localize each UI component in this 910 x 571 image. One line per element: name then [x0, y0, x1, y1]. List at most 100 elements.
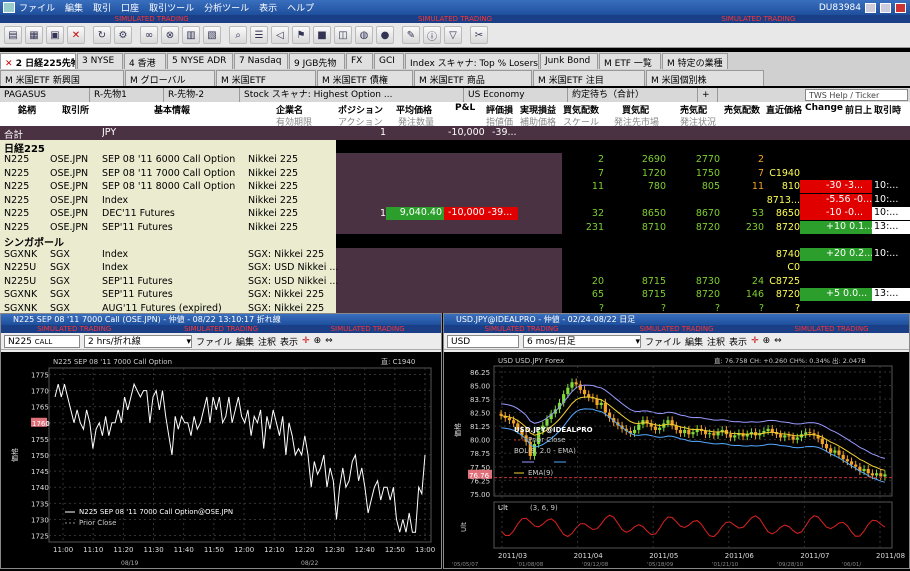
right-timeframe-select[interactable]: 6 mos/日足 ▾ — [523, 334, 641, 348]
page-futures1[interactable]: R-先物1 — [90, 88, 164, 102]
zoom-icon[interactable]: ⊕ — [314, 336, 322, 346]
close-icon[interactable]: ✕ — [67, 26, 85, 44]
globe-icon[interactable]: ◍ — [355, 26, 373, 44]
link2-icon[interactable]: ⊗ — [161, 26, 179, 44]
right-menu-edit[interactable]: 編集 — [685, 335, 703, 348]
link-icon[interactable]: ∞ — [140, 26, 158, 44]
tab-nasdaq[interactable]: 7 Nasdaq — [234, 53, 288, 69]
table-row[interactable]: N225 OSE.JPN SEP'11 Futures Nikkei 225 231 87… — [0, 220, 910, 234]
news-icon[interactable]: ☰ — [250, 26, 268, 44]
menu-account[interactable]: 口座 — [121, 1, 139, 14]
chart-icon[interactable]: ◫ — [334, 26, 352, 44]
book-icon[interactable]: ▥ — [182, 26, 200, 44]
crosshair-icon[interactable]: ✛ — [751, 336, 759, 346]
header-pnl[interactable]: P&L — [455, 103, 475, 113]
page-futures2[interactable]: R-先物-2 — [164, 88, 240, 102]
table-row[interactable]: SGXNK SGX Index SGX: Nikkei 225 8740 +20 0.2.… — [0, 247, 910, 261]
left-menu-edit[interactable]: 編集 — [236, 335, 254, 348]
left-timeframe-select[interactable]: 2 hrs/折れ線 ▾ — [84, 334, 192, 348]
page-pagasus[interactable]: PAGASUS — [0, 88, 90, 102]
pan-icon[interactable]: ⇔ — [325, 336, 333, 346]
tab-us-etf[interactable]: M 米国ETF — [216, 70, 316, 86]
tab-etf-commodity[interactable]: M 米国ETF 商品 — [414, 70, 532, 86]
tab-hongkong[interactable]: 4 香港 — [124, 53, 166, 69]
tab-index-scanner[interactable]: Index スキャナ: Top % Losers — [405, 53, 539, 69]
page-icon[interactable]: ▦ — [25, 26, 43, 44]
header-ask-size[interactable]: 売気配数 — [724, 103, 760, 116]
table-row[interactable]: SGXNK SGX SEP'11 Futures SGX: Nikkei 225 65 8… — [0, 288, 910, 302]
maximize-button[interactable] — [880, 2, 891, 13]
left-symbol-input[interactable]: N225 CALL — [4, 334, 80, 348]
menu-view[interactable]: 表示 — [259, 1, 277, 14]
header-change[interactable]: Change — [805, 103, 843, 113]
page-pending-orders[interactable]: 約定待ち（合計） — [568, 88, 698, 102]
left-chart-area[interactable]: N225 SEP 08 '11 7000 Call Option 直: C1940… — [1, 352, 441, 568]
tab-junk-bond[interactable]: Junk Bond — [540, 53, 598, 69]
header-time[interactable]: 取引時 — [874, 103, 901, 116]
header-prev[interactable]: 前日上 — [845, 103, 872, 116]
menu-edit[interactable]: 編集 — [65, 1, 83, 14]
refresh-icon[interactable]: ↻ — [93, 26, 111, 44]
book2-icon[interactable]: ▧ — [203, 26, 221, 44]
tab-fx[interactable]: FX — [346, 53, 373, 69]
info-icon[interactable]: ⓘ — [423, 26, 441, 44]
minimize-button[interactable] — [865, 2, 876, 13]
close-window-button[interactable] — [895, 2, 906, 13]
right-symbol-input[interactable]: USD — [447, 334, 519, 348]
filter-icon[interactable]: ▽ — [444, 26, 462, 44]
table-row[interactable]: N225U SGX SEP'11 Futures SGX: USD Nikkei ..… — [0, 274, 910, 288]
wrench-icon[interactable]: ✂ — [470, 26, 488, 44]
table-row[interactable]: N225 OSE.JPN SEP 08 '11 7000 Call Option Ni… — [0, 166, 910, 180]
page-stock-scanner[interactable]: Stock スキャナ: Highest Option ... — [240, 88, 464, 102]
tab-nyse-adr[interactable]: 5 NYSE ADR — [167, 53, 233, 69]
pan-icon[interactable]: ⇔ — [774, 336, 782, 346]
header-symbol[interactable]: 銘柄 — [18, 103, 36, 116]
header-exchange[interactable]: 取引所 — [62, 103, 89, 116]
tab-jgb[interactable]: 9 JGB先物 — [289, 53, 345, 69]
note-icon[interactable]: ✎ — [402, 26, 420, 44]
menu-file[interactable]: ファイル — [19, 1, 55, 14]
menu-help[interactable]: ヘルプ — [287, 1, 314, 14]
table-row[interactable]: SGXNK SGX AUG'11 Futures (expired) SGX: Nik… — [0, 301, 910, 313]
crosshair-icon[interactable]: ✛ — [302, 336, 310, 346]
right-menu-view[interactable]: 表示 — [729, 335, 747, 348]
search-icon[interactable]: ⌕ — [229, 26, 247, 44]
tab-global[interactable]: M グローバル — [125, 70, 215, 86]
tab-etf-emerging[interactable]: M 米国ETF 新興国 — [0, 70, 124, 86]
right-menu-annotate[interactable]: 注釈 — [707, 335, 725, 348]
table-row[interactable]: N225 OSE.JPN SEP 08 '11 8000 Call Option Ni… — [0, 180, 910, 194]
left-menu-file[interactable]: ファイル — [196, 335, 232, 348]
left-menu-view[interactable]: 表示 — [280, 335, 298, 348]
save-icon[interactable]: ■ — [313, 26, 331, 44]
scan-icon[interactable]: ● — [376, 26, 394, 44]
tab-us-stocks[interactable]: M 米国個別株 — [646, 70, 764, 86]
table-row[interactable]: N225 OSE.JPN Index Nikkei 225 8713... -5.56 -… — [0, 193, 910, 207]
zoom-icon[interactable]: ⊕ — [763, 336, 771, 346]
table-row[interactable]: N225U SGX Index SGX: USD Nikkei ... C0 — [0, 261, 910, 275]
add-page-button[interactable]: + — [698, 88, 718, 102]
photo-icon[interactable]: ▣ — [46, 26, 64, 44]
left-price-chart[interactable]: N225 SEP 08 '11 7000 Call Option 直: C1940… — [1, 352, 441, 568]
left-menu-annotate[interactable]: 注釈 — [258, 335, 276, 348]
menu-trade[interactable]: 取引 — [93, 1, 111, 14]
table-row[interactable]: N225 OSE.JPN DEC'11 Futures Nikkei 225 1 9,04… — [0, 207, 910, 221]
header-desc[interactable]: 基本情報 — [154, 103, 190, 116]
right-chart-area[interactable]: USD USD.JPY Forex 直: 76.758 CH: +0.260 CH… — [444, 352, 909, 568]
tab-gci[interactable]: GCI — [374, 53, 404, 69]
tab-etf-featured[interactable]: M 米国ETF 注目 — [533, 70, 645, 86]
header-last[interactable]: 直近価格 — [766, 103, 802, 116]
menu-trading-tools[interactable]: 取引ツール — [149, 1, 194, 14]
page-us-economy[interactable]: US Economy — [464, 88, 568, 102]
tab-nyse[interactable]: 3 NYSE — [77, 53, 123, 69]
ticker-lookup-input[interactable]: TWS Help / Ticker Lookup — [805, 89, 908, 111]
tab-etf-bond[interactable]: M 米国ETF 債権 — [317, 70, 413, 86]
right-price-chart[interactable]: USD USD.JPY Forex 直: 76.758 CH: +0.260 CH… — [444, 352, 909, 568]
new-icon[interactable]: ▤ — [4, 26, 22, 44]
tab-sectors[interactable]: M 特定の業種 — [662, 53, 728, 69]
gear-icon[interactable]: ⚙ — [114, 26, 132, 44]
flag-icon[interactable]: ⚑ — [292, 26, 310, 44]
table-row[interactable]: N225 OSE.JPN SEP 08 '11 6000 Call Option Ni… — [0, 153, 910, 167]
tab-etf-list[interactable]: M ETF 一覧 — [599, 53, 661, 69]
right-menu-file[interactable]: ファイル — [645, 335, 681, 348]
horn-icon[interactable]: ◁ — [271, 26, 289, 44]
